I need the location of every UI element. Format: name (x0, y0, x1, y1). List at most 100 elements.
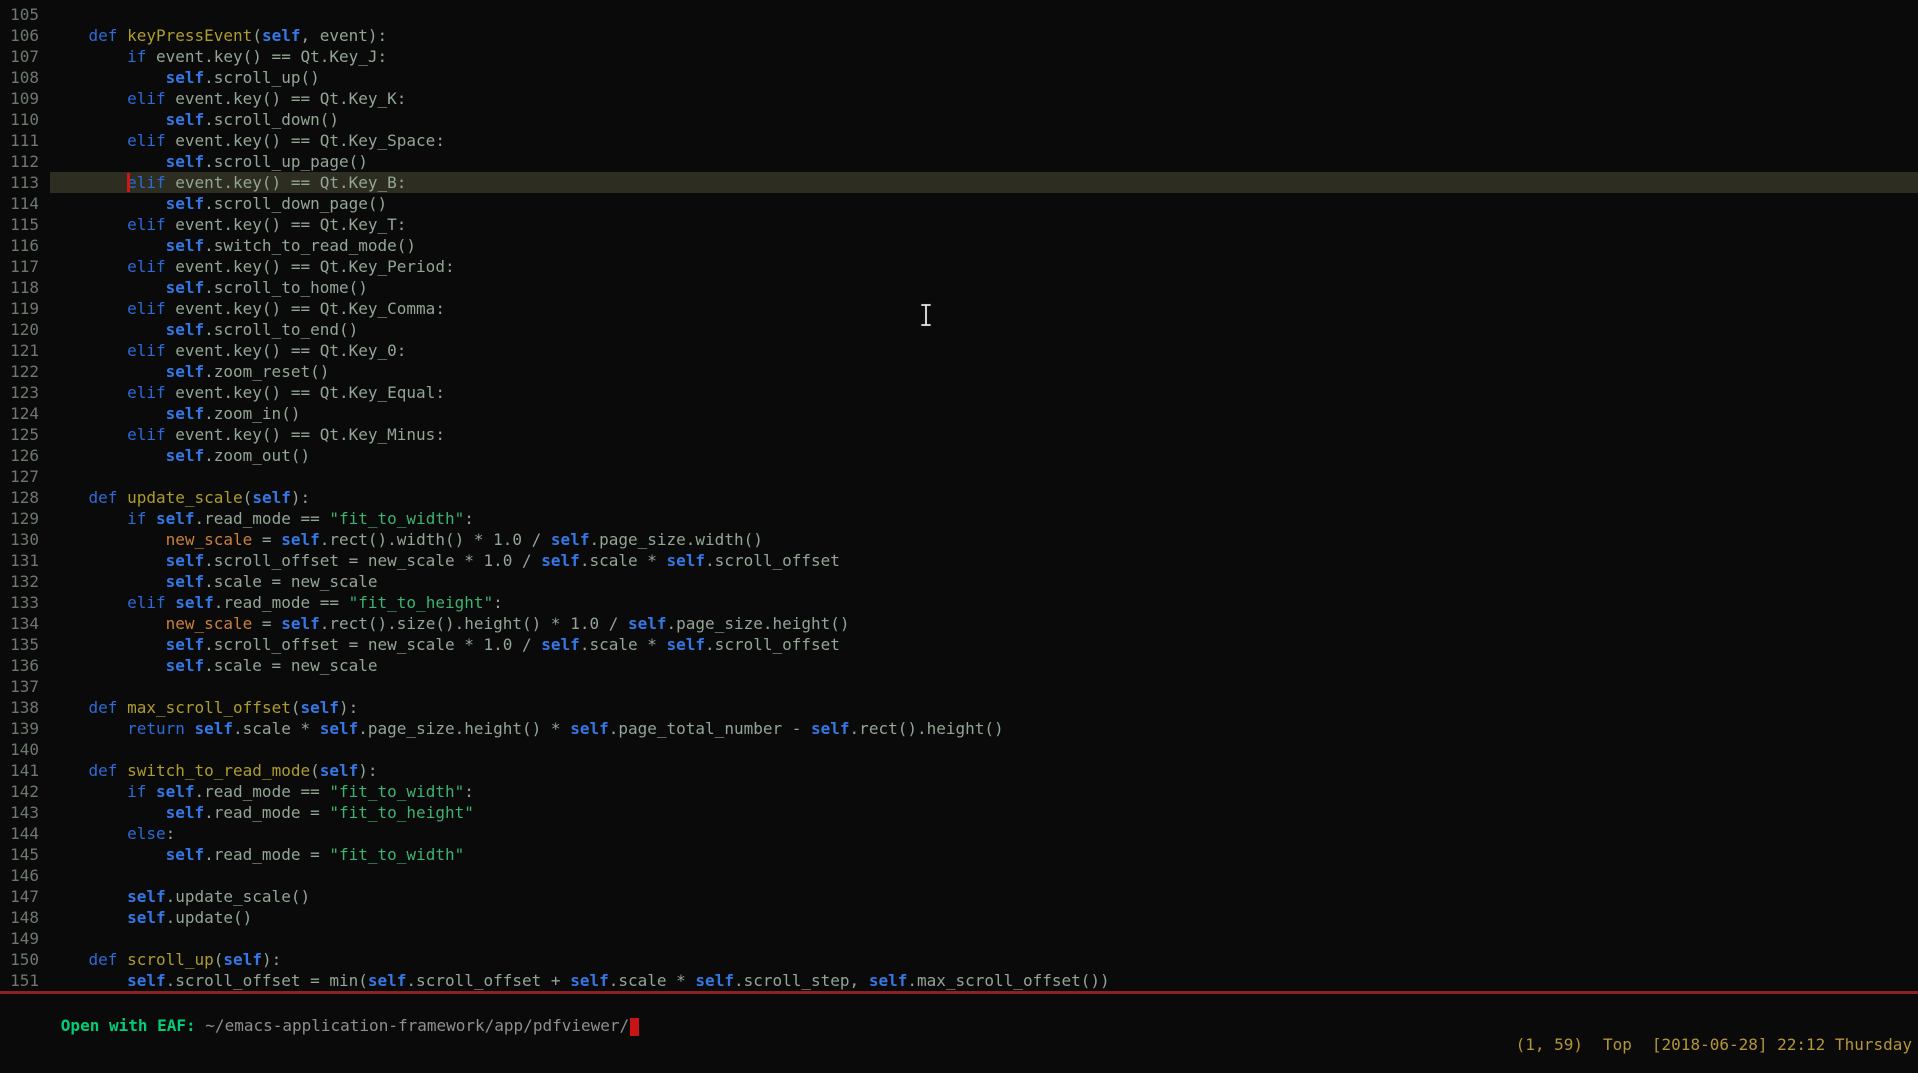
code-line[interactable]: 150 def scroll_up(self): (0, 949, 1918, 970)
code-line[interactable]: 119 elif event.key() == Qt.Key_Comma: (0, 298, 1918, 319)
code-line[interactable]: 136 self.scale = new_scale (0, 655, 1918, 676)
code-line[interactable]: 108 self.scroll_up() (0, 67, 1918, 88)
code-token: event.key() == Qt.Key_Minus: (166, 425, 445, 444)
line-number: 111 (0, 130, 50, 151)
code-line[interactable]: 141 def switch_to_read_mode(self): (0, 760, 1918, 781)
code-token: ( (252, 26, 262, 45)
code-line[interactable]: 137 (0, 676, 1918, 697)
code-line[interactable]: 143 self.read_mode = "fit_to_height" (0, 802, 1918, 823)
code-line[interactable]: 110 self.scroll_down() (0, 109, 1918, 130)
code-buffer[interactable]: 105106 def keyPressEvent(self, event):10… (0, 0, 1918, 991)
code-token: def (89, 488, 118, 507)
code-token (50, 257, 127, 276)
code-line[interactable]: 120 self.scroll_to_end() (0, 319, 1918, 340)
code-line[interactable]: 148 self.update() (0, 907, 1918, 928)
code-line[interactable]: 132 self.scale = new_scale (0, 571, 1918, 592)
minibuffer-input[interactable]: ~/emacs-application-framework/app/pdfvie… (205, 1016, 629, 1035)
editor-cursor (127, 173, 130, 192)
code-text: self.scroll_down() (50, 109, 1918, 130)
code-line[interactable]: 140 (0, 739, 1918, 760)
code-token: .scroll_offset + (406, 971, 570, 990)
code-line[interactable]: 109 elif event.key() == Qt.Key_K: (0, 88, 1918, 109)
code-token: new_scale (166, 614, 253, 633)
code-line[interactable]: 145 self.read_mode = "fit_to_width" (0, 844, 1918, 865)
code-line[interactable]: 123 elif event.key() == Qt.Key_Equal: (0, 382, 1918, 403)
code-token: event.key() == Qt.Key_Space: (166, 131, 445, 150)
code-text: self.scroll_offset = min(self.scroll_off… (50, 970, 1918, 991)
code-token: "fit_to_width" (329, 782, 464, 801)
minibuffer-prompt: Open with EAF: (61, 1016, 206, 1035)
code-line[interactable]: 147 self.update_scale() (0, 886, 1918, 907)
code-text: elif event.key() == Qt.Key_Comma: (50, 298, 1918, 319)
code-line[interactable]: 113 elif event.key() == Qt.Key_B: (0, 172, 1918, 193)
code-line[interactable]: 118 self.scroll_to_home() (0, 277, 1918, 298)
line-number: 150 (0, 949, 50, 970)
code-line[interactable]: 121 elif event.key() == Qt.Key_0: (0, 340, 1918, 361)
line-number: 131 (0, 550, 50, 571)
code-line[interactable]: 144 else: (0, 823, 1918, 844)
code-token (50, 551, 166, 570)
line-number: 116 (0, 235, 50, 256)
code-line[interactable]: 149 (0, 928, 1918, 949)
code-token: self (541, 635, 580, 654)
code-line[interactable]: 131 self.scroll_offset = new_scale * 1.0… (0, 550, 1918, 571)
code-text: self.zoom_reset() (50, 361, 1918, 382)
code-text (50, 928, 1918, 949)
code-token: self (166, 845, 205, 864)
code-text: self.scroll_offset = new_scale * 1.0 / s… (50, 634, 1918, 655)
code-line[interactable]: 127 (0, 466, 1918, 487)
code-line[interactable]: 117 elif event.key() == Qt.Key_Period: (0, 256, 1918, 277)
minibuffer[interactable]: Open with EAF: ~/emacs-application-frame… (3, 996, 1918, 1016)
code-line[interactable]: 115 elif event.key() == Qt.Key_T: (0, 214, 1918, 235)
code-line[interactable]: 105 (0, 4, 1918, 25)
code-line[interactable]: 133 elif self.read_mode == "fit_to_heigh… (0, 592, 1918, 613)
code-line[interactable]: 116 self.switch_to_read_mode() (0, 235, 1918, 256)
code-line[interactable]: 151 self.scroll_offset = min(self.scroll… (0, 970, 1918, 991)
code-line[interactable]: 130 new_scale = self.rect().width() * 1.… (0, 529, 1918, 550)
code-token: def (89, 698, 118, 717)
code-line[interactable]: 129 if self.read_mode == "fit_to_width": (0, 508, 1918, 529)
code-line[interactable]: 107 if event.key() == Qt.Key_J: (0, 46, 1918, 67)
code-line[interactable]: 128 def update_scale(self): (0, 487, 1918, 508)
code-line[interactable]: 122 self.zoom_reset() (0, 361, 1918, 382)
code-token (50, 824, 127, 843)
line-number: 141 (0, 760, 50, 781)
code-token: self (811, 719, 850, 738)
code-token: self (166, 446, 205, 465)
code-line[interactable]: 111 elif event.key() == Qt.Key_Space: (0, 130, 1918, 151)
code-line[interactable]: 146 (0, 865, 1918, 886)
code-token: switch_to_read_mode (127, 761, 310, 780)
code-line[interactable]: 112 self.scroll_up_page() (0, 151, 1918, 172)
code-token: self (281, 614, 320, 633)
code-token: .update_scale() (166, 887, 311, 906)
line-number: 106 (0, 25, 50, 46)
code-line[interactable]: 135 self.scroll_offset = new_scale * 1.0… (0, 634, 1918, 655)
code-token (50, 593, 127, 612)
code-line[interactable]: 124 self.zoom_in() (0, 403, 1918, 424)
code-text: self.scroll_up() (50, 67, 1918, 88)
mouse-cursor-ibeam (919, 302, 933, 328)
code-token: self (223, 950, 262, 969)
code-line[interactable]: 142 if self.read_mode == "fit_to_width": (0, 781, 1918, 802)
line-number: 114 (0, 193, 50, 214)
code-line[interactable]: 138 def max_scroll_offset(self): (0, 697, 1918, 718)
code-token: def (89, 26, 118, 45)
code-line[interactable]: 114 self.scroll_down_page() (0, 193, 1918, 214)
code-text: self.zoom_in() (50, 403, 1918, 424)
line-number: 122 (0, 361, 50, 382)
code-line[interactable]: 139 return self.scale * self.page_size.h… (0, 718, 1918, 739)
code-text: self.scroll_to_home() (50, 277, 1918, 298)
code-text: elif event.key() == Qt.Key_T: (50, 214, 1918, 235)
code-line[interactable]: 134 new_scale = self.rect().size().heigh… (0, 613, 1918, 634)
code-token: .page_size.height() (667, 614, 850, 633)
code-text: new_scale = self.rect().width() * 1.0 / … (50, 529, 1918, 550)
code-token: .scroll_down_page() (204, 194, 387, 213)
code-line[interactable]: 126 self.zoom_out() (0, 445, 1918, 466)
code-line[interactable]: 106 def keyPressEvent(self, event): (0, 25, 1918, 46)
code-token (50, 530, 166, 549)
line-number: 147 (0, 886, 50, 907)
code-token: if (127, 509, 146, 528)
code-text: def max_scroll_offset(self): (50, 697, 1918, 718)
code-token: self (628, 614, 667, 633)
code-line[interactable]: 125 elif event.key() == Qt.Key_Minus: (0, 424, 1918, 445)
